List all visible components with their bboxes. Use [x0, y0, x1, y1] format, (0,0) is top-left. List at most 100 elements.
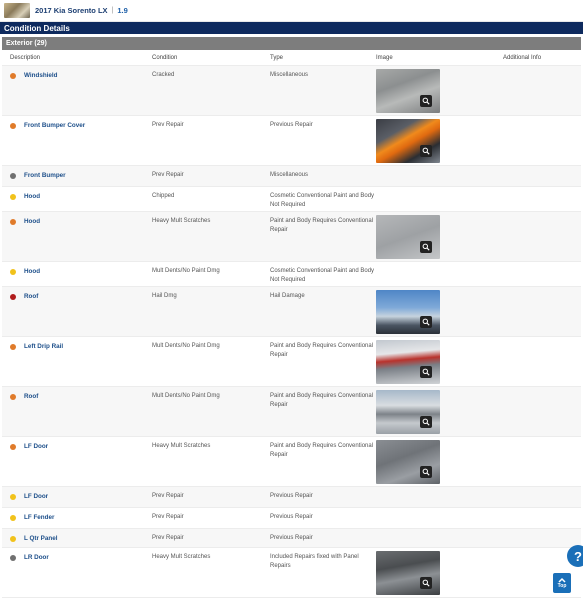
damage-photo[interactable] [376, 340, 440, 384]
vehicle-title: 2017 Kia Sorento LX [35, 6, 108, 15]
image-cell [376, 262, 503, 286]
additional-info-cell [503, 116, 581, 165]
damage-description-link[interactable]: LF Fender [24, 514, 54, 521]
condition-cell: Mult Dents/No Paint Dmg [152, 268, 220, 274]
table-row: Roof Hail Dmg Hail Damage [2, 287, 581, 337]
description-cell: LF Door [2, 487, 152, 507]
condition-cell: Prev Repair [152, 514, 184, 520]
back-to-top-button[interactable]: Top [553, 573, 571, 593]
type-cell: Hail Damage [270, 293, 305, 299]
severity-dot [10, 555, 16, 561]
damage-description-link[interactable]: Hood [24, 268, 40, 275]
damage-description-link[interactable]: LR Door [24, 554, 49, 561]
zoom-icon[interactable] [420, 366, 432, 378]
condition-cell: Hail Dmg [152, 293, 177, 299]
additional-info-cell [503, 529, 581, 547]
zoom-icon[interactable] [420, 95, 432, 107]
back-to-top-label: Top [557, 583, 567, 589]
table-row: Hood Mult Dents/No Paint Dmg Cosmetic Conv… [2, 262, 581, 287]
condition-cell: Mult Dents/No Paint Dmg [152, 343, 220, 349]
table-row: Hood Chipped Cosmetic Conventional Paint a… [2, 187, 581, 212]
type-cell: Included Repairs fixed with Panel Repair… [270, 554, 359, 569]
additional-info-cell [503, 437, 581, 486]
damage-description-link[interactable]: Hood [24, 218, 40, 225]
additional-info-cell [503, 212, 581, 261]
description-cell: L Qtr Panel [2, 529, 152, 547]
table-row: Windshield Cracked Miscellaneous [2, 66, 581, 116]
additional-info-cell [503, 66, 581, 115]
image-cell [376, 548, 503, 597]
table-row: L Qtr Panel Prev Repair Previous Repair [2, 529, 581, 548]
description-cell: Hood [2, 262, 152, 286]
damage-description-link[interactable]: Front Bumper [24, 172, 66, 179]
table-row: Front Bumper Prev Repair Miscellaneous [2, 166, 581, 187]
additional-info-cell [503, 262, 581, 286]
type-cell: Miscellaneous [270, 72, 309, 78]
image-cell [376, 387, 503, 436]
damage-photo[interactable] [376, 119, 440, 163]
help-button[interactable]: ? [567, 545, 583, 567]
additional-info-cell [503, 387, 581, 436]
condition-grade[interactable]: 1.9 [117, 6, 127, 15]
col-header-image: Image [376, 54, 393, 61]
zoom-icon[interactable] [420, 241, 432, 253]
title-separator: | [111, 7, 114, 14]
damage-description-link[interactable]: L Qtr Panel [24, 535, 57, 542]
damage-description-link[interactable]: LF Door [24, 443, 48, 450]
additional-info-cell [503, 337, 581, 386]
condition-cell: Heavy Mult Scratches [152, 218, 211, 224]
zoom-icon[interactable] [420, 577, 432, 589]
col-header-description: Description [10, 54, 41, 61]
damage-description-link[interactable]: Hood [24, 193, 40, 200]
table-row: Front Bumper Cover Prev Repair Previous Re… [2, 116, 581, 166]
damage-description-link[interactable]: Front Bumper Cover [24, 122, 85, 129]
severity-dot [10, 73, 16, 79]
condition-cell: Heavy Mult Scratches [152, 443, 211, 449]
image-cell [376, 287, 503, 336]
description-cell: Front Bumper [2, 166, 152, 186]
zoom-icon[interactable] [420, 316, 432, 328]
table-row: LF Door Heavy Mult Scratches Paint and Bod… [2, 437, 581, 487]
image-cell [376, 66, 503, 115]
damage-description-link[interactable]: Roof [24, 293, 38, 300]
damage-photo[interactable] [376, 215, 440, 259]
severity-dot [10, 173, 16, 179]
type-cell: Previous Repair [270, 493, 313, 499]
severity-dot [10, 515, 16, 521]
description-cell: Roof [2, 287, 152, 336]
description-cell: Left Drip Rail [2, 337, 152, 386]
image-cell [376, 116, 503, 165]
damage-photo[interactable] [376, 69, 440, 113]
table-row: LF Fender Prev Repair Previous Repair [2, 508, 581, 529]
condition-cell: Heavy Mult Scratches [152, 554, 211, 560]
image-cell [376, 529, 503, 547]
section-title: Condition Details [0, 22, 583, 34]
severity-dot [10, 194, 16, 200]
zoom-icon[interactable] [420, 145, 432, 157]
table-header: Description Condition Type Image Additio… [2, 50, 581, 66]
description-cell: LF Door [2, 437, 152, 486]
damage-photo[interactable] [376, 440, 440, 484]
additional-info-cell [503, 287, 581, 336]
description-cell: Roof [2, 387, 152, 436]
damage-description-link[interactable]: Left Drip Rail [24, 343, 63, 350]
additional-info-cell [503, 487, 581, 507]
zoom-icon[interactable] [420, 416, 432, 428]
image-cell [376, 166, 503, 186]
damage-description-link[interactable]: LF Door [24, 493, 48, 500]
condition-cell: Cracked [152, 72, 175, 78]
vehicle-thumbnail[interactable] [4, 3, 30, 18]
exterior-subsection-header[interactable]: Exterior (29) [2, 37, 581, 50]
damage-photo[interactable] [376, 390, 440, 434]
severity-dot [10, 344, 16, 350]
zoom-icon[interactable] [420, 466, 432, 478]
damage-description-link[interactable]: Windshield [24, 72, 58, 79]
damage-photo[interactable] [376, 551, 440, 595]
severity-dot [10, 269, 16, 275]
condition-cell: Prev Repair [152, 535, 184, 541]
description-cell: Front Bumper Cover [2, 116, 152, 165]
type-cell: Previous Repair [270, 514, 313, 520]
damage-description-link[interactable]: Roof [24, 393, 38, 400]
damage-photo[interactable] [376, 290, 440, 334]
image-cell [376, 487, 503, 507]
